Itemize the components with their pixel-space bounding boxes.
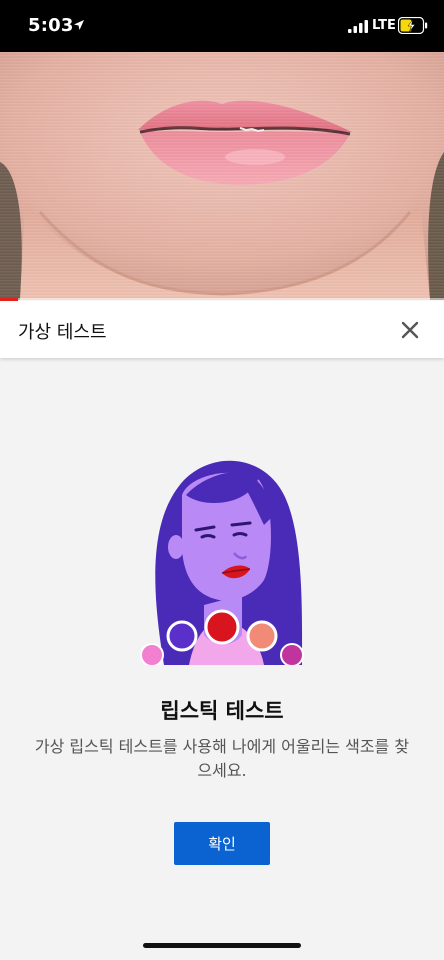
color-swatch-magenta xyxy=(280,643,304,665)
color-swatch-coral xyxy=(246,620,278,652)
close-icon xyxy=(401,321,419,339)
sheet-title: 가상 테스트 xyxy=(18,322,107,343)
location-arrow-icon xyxy=(74,20,84,30)
close-button[interactable] xyxy=(394,314,426,346)
sheet-header: 가상 테스트 xyxy=(0,301,444,358)
color-swatch-pink xyxy=(140,643,164,665)
network-label: LTE xyxy=(372,18,396,33)
color-swatch-purple xyxy=(166,620,198,652)
video-player[interactable] xyxy=(0,52,444,300)
status-time: 5:03 xyxy=(28,15,74,36)
main-heading: 립스틱 테스트 xyxy=(160,699,284,723)
confirm-button[interactable]: 확인 xyxy=(174,822,270,865)
status-bar: 5:03 LTE xyxy=(0,0,444,52)
description-text: 가상 립스틱 테스트를 사용해 나에게 어울리는 색조를 찾으세요. xyxy=(34,737,410,780)
color-swatch-red xyxy=(204,609,240,645)
woman-face-illustration xyxy=(140,460,304,665)
battery-charging-icon xyxy=(398,17,428,34)
signal-bars-icon xyxy=(348,20,368,33)
home-indicator xyxy=(143,943,301,948)
